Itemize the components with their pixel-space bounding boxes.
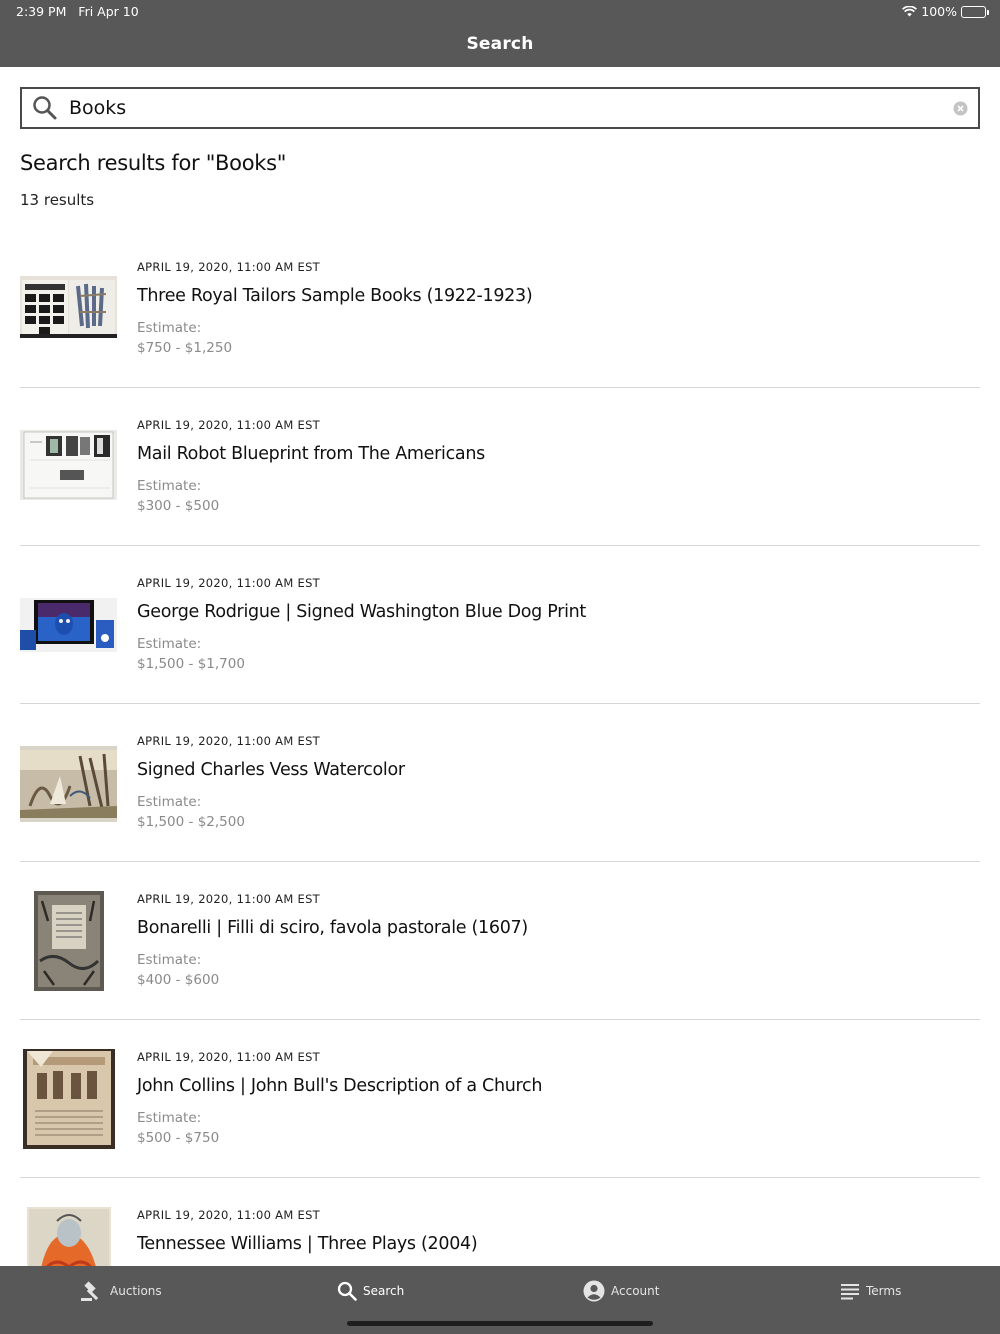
search-input[interactable] xyxy=(68,90,942,126)
status-time-text: 2:39 PM xyxy=(16,4,67,19)
estimate-label: Estimate: xyxy=(137,1110,202,1126)
list-item[interactable]: APRIL 19, 2020, 11:00 AM EST Three Royal… xyxy=(20,230,980,388)
list-item[interactable]: APRIL 19, 2020, 11:00 AM EST Mail Robot … xyxy=(20,388,980,546)
wifi-icon xyxy=(902,6,918,17)
item-date: APRIL 19, 2020, 11:00 AM EST xyxy=(137,1208,320,1222)
item-title[interactable]: Signed Charles Vess Watercolor xyxy=(137,760,405,780)
status-indicators: 100% xyxy=(902,4,989,19)
search-bar[interactable] xyxy=(20,87,980,129)
status-date-text: Fri Apr 10 xyxy=(78,4,139,19)
item-thumbnail[interactable] xyxy=(20,598,117,652)
item-thumbnail[interactable] xyxy=(20,891,117,991)
results-count: 13 results xyxy=(20,191,95,209)
item-title[interactable]: Bonarelli | Filli di sciro, favola pasto… xyxy=(137,918,528,938)
estimate-label: Estimate: xyxy=(137,478,202,494)
item-thumbnail[interactable] xyxy=(20,1049,117,1149)
list-item[interactable]: APRIL 19, 2020, 11:00 AM EST John Collin… xyxy=(20,1020,980,1178)
item-date: APRIL 19, 2020, 11:00 AM EST xyxy=(137,576,320,590)
search-icon xyxy=(337,1281,357,1301)
home-indicator[interactable] xyxy=(347,1321,653,1326)
estimate-value: $750 - $1,250 xyxy=(137,340,233,356)
item-title[interactable]: Tennessee Williams | Three Plays (2004) xyxy=(137,1234,478,1254)
item-thumbnail[interactable] xyxy=(20,430,117,500)
tab-account[interactable]: Account xyxy=(583,1278,659,1304)
estimate-label: Estimate: xyxy=(137,320,202,336)
search-icon xyxy=(22,89,68,127)
top-bar: 2:39 PM Fri Apr 10 100% Search xyxy=(0,0,1000,67)
estimate-value: $300 - $500 xyxy=(137,498,220,514)
item-title[interactable]: Three Royal Tailors Sample Books (1922-1… xyxy=(137,286,533,306)
item-thumbnail[interactable] xyxy=(20,746,117,822)
battery-icon xyxy=(961,5,989,18)
status-time: 2:39 PM Fri Apr 10 xyxy=(16,4,139,19)
results-heading: Search results for "Books" xyxy=(20,151,287,175)
item-date: APRIL 19, 2020, 11:00 AM EST xyxy=(137,418,320,432)
list-item[interactable]: APRIL 19, 2020, 11:00 AM EST Bonarelli |… xyxy=(20,862,980,1020)
tab-search-label: Search xyxy=(363,1284,405,1298)
results-list: APRIL 19, 2020, 11:00 AM EST Three Royal… xyxy=(20,230,980,1334)
estimate-label: Estimate: xyxy=(137,794,202,810)
item-thumbnail[interactable] xyxy=(20,276,117,338)
tab-terms[interactable]: Terms xyxy=(840,1278,901,1304)
estimate-value: $400 - $600 xyxy=(137,972,220,988)
estimate-value: $500 - $750 xyxy=(137,1130,220,1146)
estimate-label: Estimate: xyxy=(137,636,202,652)
clear-search-icon[interactable] xyxy=(942,90,978,126)
list-icon xyxy=(841,1284,859,1300)
item-date: APRIL 19, 2020, 11:00 AM EST xyxy=(137,260,320,274)
estimate-value: $1,500 - $1,700 xyxy=(137,656,245,672)
estimate-value: $1,500 - $2,500 xyxy=(137,814,245,830)
gavel-icon xyxy=(81,1281,99,1301)
tab-auctions-label: Auctions xyxy=(110,1284,162,1298)
tab-account-label: Account xyxy=(611,1284,660,1298)
item-title[interactable]: Mail Robot Blueprint from The Americans xyxy=(137,444,485,464)
tab-search[interactable]: Search xyxy=(337,1278,404,1304)
item-date: APRIL 19, 2020, 11:00 AM EST xyxy=(137,734,320,748)
account-icon xyxy=(583,1280,605,1302)
list-item[interactable]: APRIL 19, 2020, 11:00 AM EST George Rodr… xyxy=(20,546,980,704)
item-title[interactable]: George Rodrigue | Signed Washington Blue… xyxy=(137,602,586,622)
item-date: APRIL 19, 2020, 11:00 AM EST xyxy=(137,892,320,906)
list-item[interactable]: APRIL 19, 2020, 11:00 AM EST Signed Char… xyxy=(20,704,980,862)
item-title[interactable]: John Collins | John Bull's Description o… xyxy=(137,1076,542,1096)
tab-auctions[interactable]: Auctions xyxy=(80,1278,162,1304)
page-title: Search xyxy=(466,34,534,54)
item-date: APRIL 19, 2020, 11:00 AM EST xyxy=(137,1050,320,1064)
tab-terms-label: Terms xyxy=(866,1284,902,1298)
estimate-label: Estimate: xyxy=(137,952,202,968)
battery-percent: 100% xyxy=(921,4,957,19)
